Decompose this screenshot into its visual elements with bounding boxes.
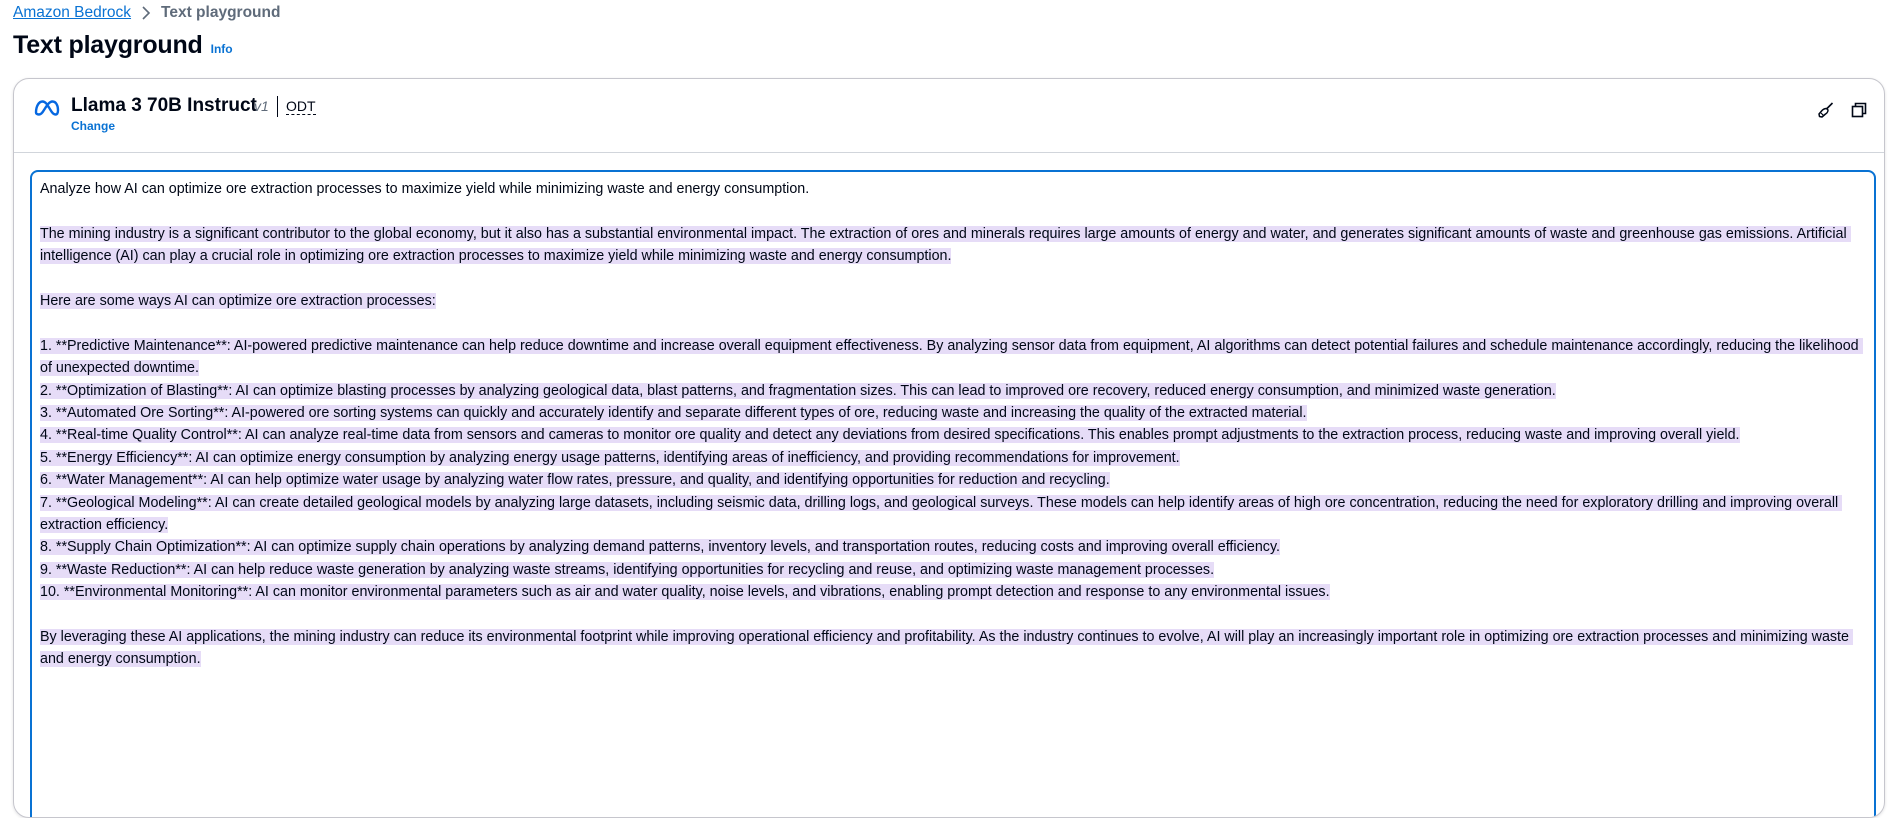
- response-list-item: 5. **Energy Efficiency**: AI can optimiz…: [40, 447, 1866, 469]
- playground-container: Llama 3 70B Instruct v1 ODT Change Analy…: [13, 78, 1885, 818]
- response-list-item: 4. **Real-time Quality Control**: AI can…: [40, 424, 1866, 446]
- model-header: Llama 3 70B Instruct v1 ODT Change: [14, 79, 1884, 153]
- response-list-item: 6. **Water Management**: AI can help opt…: [40, 469, 1866, 491]
- list-item-text: 4. **Real-time Quality Control**: AI can…: [40, 427, 1740, 444]
- breadcrumb-current: Text playground: [161, 4, 281, 21]
- prompt-text: Analyze how AI can optimize ore extracti…: [40, 181, 810, 197]
- list-item-text: 10. **Environmental Monitoring**: AI can…: [40, 584, 1330, 601]
- page-title: Text playground: [13, 31, 203, 59]
- copy-icon[interactable]: [1850, 101, 1868, 124]
- list-item-text: 6. **Water Management**: AI can help opt…: [40, 472, 1110, 489]
- model-odt-tag[interactable]: ODT: [286, 98, 316, 115]
- response-paragraph: The mining industry is a significant con…: [40, 223, 1866, 268]
- response-list-item: 3. **Automated Ore Sorting**: AI-powered…: [40, 402, 1866, 424]
- list-item-text: 8. **Supply Chain Optimization**: AI can…: [40, 539, 1281, 556]
- prompt-editor[interactable]: Analyze how AI can optimize ore extracti…: [30, 170, 1876, 817]
- breadcrumb: Amazon Bedrock Text playground: [13, 3, 280, 23]
- list-item-text: 2. **Optimization of Blasting**: AI can …: [40, 382, 1556, 399]
- response-list-item: 10. **Environmental Monitoring**: AI can…: [40, 581, 1866, 603]
- response-paragraph: Here are some ways AI can optimize ore e…: [40, 290, 1866, 312]
- response-list-item: 7. **Geological Modeling**: AI can creat…: [40, 492, 1866, 537]
- list-item-text: 5. **Energy Efficiency**: AI can optimiz…: [40, 449, 1180, 466]
- response-conclusion: By leveraging these AI applications, the…: [40, 629, 1853, 668]
- breadcrumb-amazon-bedrock-link[interactable]: Amazon Bedrock: [13, 3, 131, 23]
- response-list-item: 2. **Optimization of Blasting**: AI can …: [40, 380, 1866, 402]
- model-name: Llama 3 70B Instruct: [71, 95, 257, 116]
- list-item-text: 7. **Geological Modeling**: AI can creat…: [40, 494, 1843, 534]
- page-header: Text playground Info: [13, 31, 233, 60]
- response-list-item: 9. **Waste Reduction**: AI can help redu…: [40, 559, 1866, 581]
- model-divider: [277, 96, 278, 117]
- list-item-text: 1. **Predictive Maintenance**: AI-powere…: [40, 337, 1863, 377]
- change-model-link[interactable]: Change: [71, 119, 115, 133]
- list-item-text: 9. **Waste Reduction**: AI can help redu…: [40, 561, 1215, 578]
- chevron-right-icon: [141, 6, 151, 20]
- info-link[interactable]: Info: [211, 42, 233, 56]
- response-list-item: 8. **Supply Chain Optimization**: AI can…: [40, 536, 1866, 558]
- response-intro: The mining industry is a significant con…: [40, 225, 1851, 265]
- model-version: v1: [254, 98, 269, 114]
- response-paragraph: By leveraging these AI applications, the…: [40, 626, 1866, 671]
- list-item-text: 3. **Automated Ore Sorting**: AI-powered…: [40, 405, 1307, 422]
- response-lead: Here are some ways AI can optimize ore e…: [40, 293, 436, 309]
- meta-logo-icon: [34, 99, 60, 122]
- response-list-item: 1. **Predictive Maintenance**: AI-powere…: [40, 335, 1866, 380]
- clear-brush-icon[interactable]: [1817, 101, 1835, 124]
